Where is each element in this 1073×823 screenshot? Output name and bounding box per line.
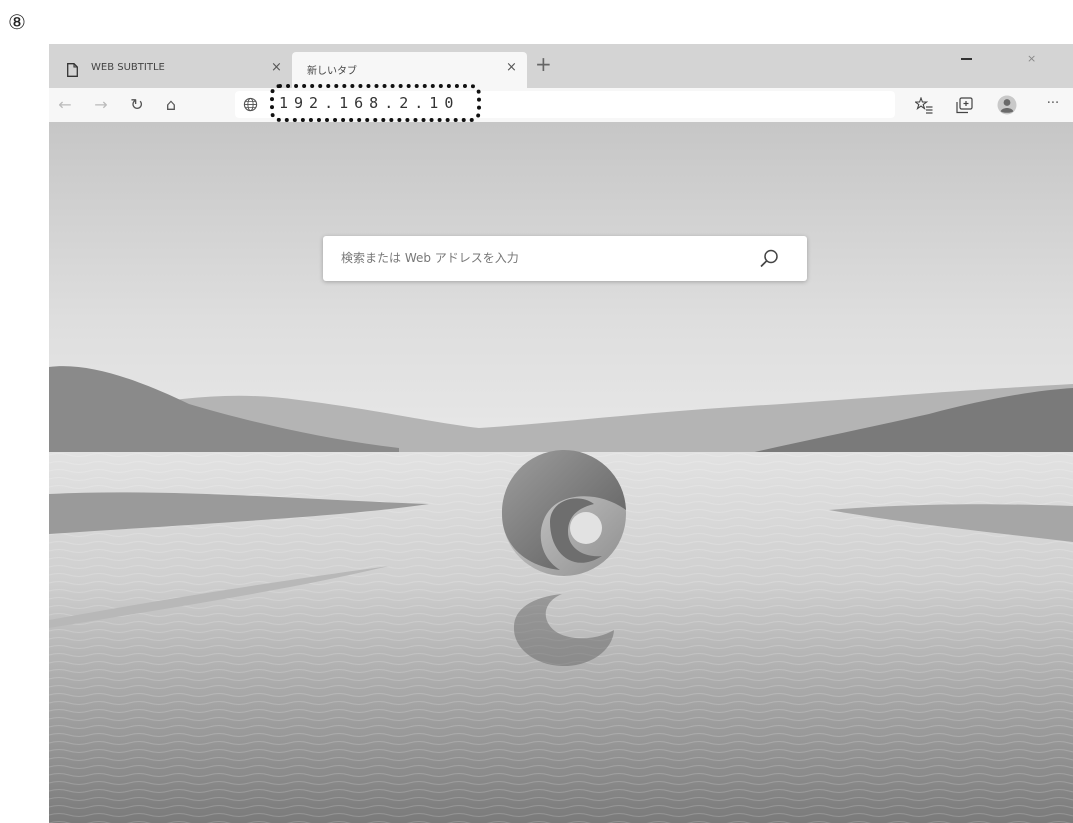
profile-avatar-icon[interactable] — [997, 95, 1017, 115]
minimize-button[interactable] — [961, 52, 973, 64]
more-options-icon[interactable]: ··· — [1041, 92, 1065, 116]
collections-icon[interactable] — [956, 97, 973, 114]
browser-window: WEB SUBTITLE × 新しいタブ × + × ← → ↻ ⌂ 192.1… — [49, 44, 1073, 823]
tab-close-icon[interactable]: × — [271, 60, 282, 75]
tab-title: 新しいタブ — [307, 66, 357, 77]
tab-bar: WEB SUBTITLE × 新しいタブ × + × — [49, 44, 1073, 88]
search-icon[interactable] — [757, 247, 781, 271]
back-button[interactable]: ← — [53, 93, 77, 117]
tab-web-subtitle[interactable]: WEB SUBTITLE × — [49, 52, 287, 88]
tab-close-icon[interactable]: × — [506, 60, 517, 75]
tab-new-tab[interactable]: 新しいタブ × — [292, 52, 527, 88]
step-number: ⑧ — [8, 10, 26, 34]
favorites-icon[interactable] — [915, 97, 933, 114]
address-highlight-annotation — [270, 84, 481, 122]
window-close-button[interactable]: × — [1027, 52, 1036, 65]
home-button[interactable]: ⌂ — [159, 93, 183, 117]
search-box[interactable]: 検索または Web アドレスを入力 — [323, 236, 807, 281]
globe-icon — [243, 97, 258, 112]
navigation-toolbar: ← → ↻ ⌂ 192.168.2.10 ··· — [49, 88, 1073, 123]
tab-title: WEB SUBTITLE — [91, 62, 165, 73]
page-icon — [67, 63, 78, 77]
new-tab-button[interactable]: + — [535, 52, 552, 76]
edge-logo — [501, 449, 626, 576]
search-placeholder: 検索または Web アドレスを入力 — [341, 251, 519, 265]
new-tab-page: 検索または Web アドレスを入力 — [49, 122, 1073, 823]
forward-button[interactable]: → — [89, 93, 113, 117]
refresh-button[interactable]: ↻ — [125, 93, 149, 117]
landscape-background-image — [49, 122, 1073, 823]
